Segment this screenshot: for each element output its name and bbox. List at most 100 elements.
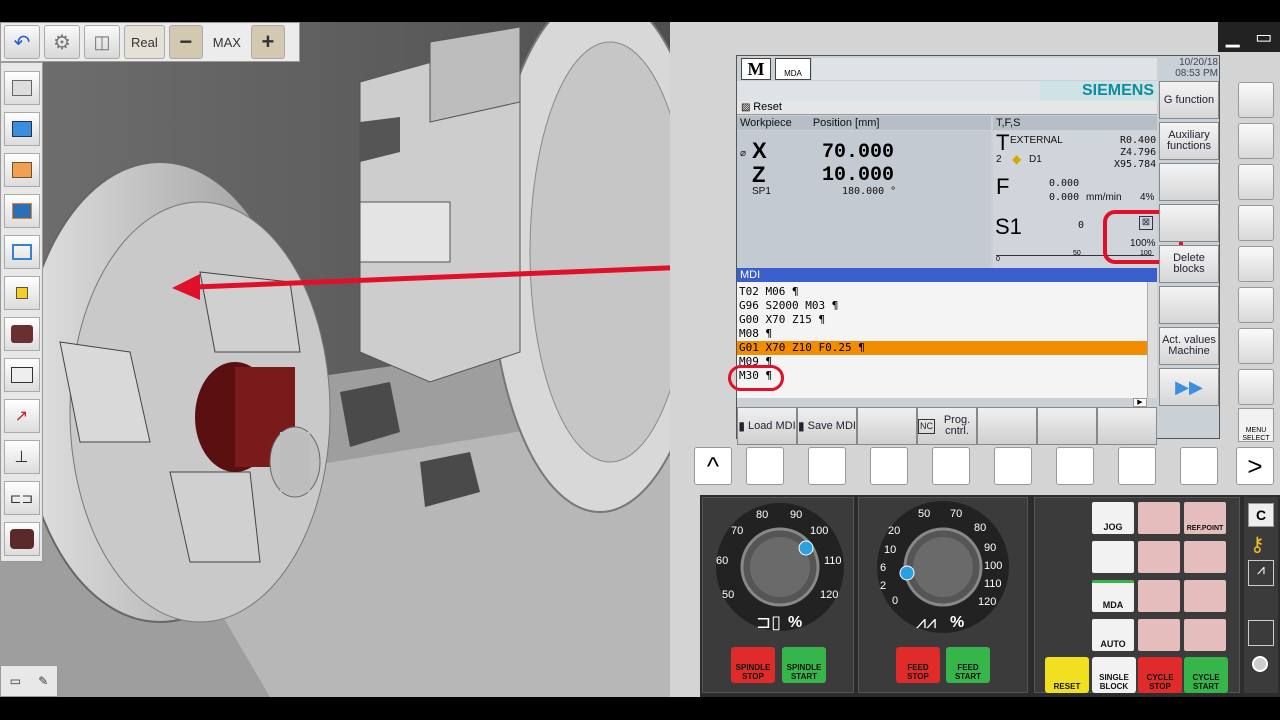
feed-wave-icon[interactable]: ⩘ [1248,560,1274,586]
screen-key-icon[interactable] [1248,620,1274,646]
side-key-7[interactable] [1238,328,1274,364]
mode-key-7[interactable] [1184,619,1226,651]
mdi-line-active[interactable]: G01 X70 Z10 F0.25 ¶ [737,341,1147,355]
side-key-2[interactable] [1238,123,1274,159]
mode-key-2[interactable] [1138,541,1180,573]
real-speed-button[interactable]: Real [124,25,165,59]
softkey-more[interactable]: ▶▶ [1159,368,1219,406]
side-key-6[interactable] [1238,287,1274,323]
jog-button[interactable]: JOG [1092,502,1134,534]
softkey-empty-3[interactable] [1159,286,1219,324]
softkey-empty-b1[interactable] [857,407,917,445]
menu-select-button[interactable]: MENU SELECT [1238,408,1274,442]
softkey-load-mdi[interactable]: ▮ Load MDI [737,407,797,445]
h-key-3[interactable] [870,447,908,485]
scale-0: 0 [996,256,1000,263]
eraser-icon[interactable]: ▭ [10,674,21,688]
h-key-6[interactable] [1056,447,1094,485]
box-front-view-icon[interactable] [3,112,40,146]
speed-minus-button[interactable]: − [168,25,203,59]
ref-point-button[interactable]: REF.POINT [1184,502,1226,534]
feed-dial-label: 20 [888,525,901,537]
softkey-empty-b3[interactable] [1037,407,1097,445]
box-top-view-icon[interactable] [3,194,40,228]
up-key[interactable]: ^ [694,447,732,485]
side-key-1[interactable] [1238,82,1274,118]
minimize-icon[interactable]: ▁ [1226,27,1240,48]
measure-icon[interactable]: ⊥ [3,440,40,474]
speed-plus-button[interactable]: + [250,25,285,59]
next-key[interactable]: > [1236,447,1274,485]
axes-icon[interactable]: ↗ [3,399,40,433]
tool-number: 2 [996,154,1002,165]
maximize-icon[interactable]: ▭ [1255,27,1272,48]
cylinder-view-icon[interactable]: ◫ [84,25,120,59]
key-icon[interactable]: ⚷ [1250,532,1265,557]
reset-button[interactable]: RESET [1045,657,1089,693]
mdi-line[interactable]: T02 M06 ¶ [737,285,1147,299]
mdi-editor[interactable]: T02 M06 ¶ G96 S2000 M03 ¶ G00 X70 Z15 ¶ … [737,282,1147,398]
softkey-prog-cntrl[interactable]: NC Prog. cntrl. [917,407,977,445]
mdi-scrollbar[interactable] [1147,282,1157,398]
tool-name: EXTERNAL [1010,135,1063,146]
h-key-2[interactable] [808,447,846,485]
side-key-5[interactable] [1238,246,1274,282]
side-key-8[interactable] [1238,369,1274,405]
feed-override-dial[interactable] [858,497,1028,693]
softkey-empty-b4[interactable] [1097,407,1157,445]
mode-key-6[interactable] [1138,619,1180,651]
auto-button[interactable]: AUTO [1092,619,1134,651]
feed-start-button[interactable]: FEED START [946,647,990,683]
box-view-icon[interactable] [3,71,40,105]
mode-key-3[interactable] [1184,541,1226,573]
softkey-g-function[interactable]: G function [1159,81,1219,119]
side-key-4[interactable] [1238,205,1274,241]
cycle-stop-button[interactable]: CYCLE STOP [1138,657,1182,693]
mode-key-5[interactable] [1184,580,1226,612]
spindle-start-button[interactable]: SPINDLE START [782,647,826,683]
caliper-icon[interactable]: ⊏⊐ [3,481,40,515]
h-key-8[interactable] [1180,447,1218,485]
spindle-dial-label: 120 [820,589,839,601]
tool-view-icon[interactable] [3,276,40,310]
stock-icon[interactable] [3,522,40,556]
machine-view-icon[interactable] [3,235,40,269]
softkey-empty-2[interactable] [1159,204,1219,242]
softkey-aux-functions[interactable]: Auxiliary functions [1159,122,1219,160]
feed-dial-label: 90 [984,542,997,554]
mode-key-4[interactable] [1138,580,1180,612]
part-view-icon[interactable] [3,317,40,351]
mdi-line[interactable]: G00 X70 Z15 ¶ [737,313,1147,327]
mode-key-blank[interactable] [1092,541,1134,573]
mdi-line[interactable]: M08 ¶ [737,327,1147,341]
cycle-start-button[interactable]: CYCLE START [1184,657,1228,693]
softkey-empty-1[interactable] [1159,163,1219,201]
side-key-3[interactable] [1238,164,1274,200]
mdi-line[interactable]: M30 ¶ [737,369,1147,383]
mdi-line[interactable]: G96 S2000 M03 ¶ [737,299,1147,313]
softkey-save-mdi[interactable]: ▮ Save MDI [797,407,857,445]
spindle-stop-button[interactable]: SPINDLE STOP [731,647,775,683]
mode-key-1[interactable] [1138,502,1180,534]
softkey-delete-blocks[interactable]: Delete blocks [1159,245,1219,283]
h-key-4[interactable] [932,447,970,485]
undo-icon[interactable]: ↶ [4,25,40,59]
c-key[interactable]: C [1248,503,1274,527]
h-key-7[interactable] [1118,447,1156,485]
knob-icon[interactable] [1252,656,1268,672]
sp1-value: 180.000 ° [842,186,897,197]
mda-button[interactable]: MDA [1092,580,1134,612]
h-key-5[interactable] [994,447,1032,485]
softkey-empty-b2[interactable] [977,407,1037,445]
scroll-right-icon[interactable]: ▶ [1133,398,1147,407]
pen-icon[interactable]: ✎ [38,674,48,688]
box-side-view-icon[interactable] [3,153,40,187]
h-key-1[interactable] [746,447,784,485]
window-layout-icon[interactable] [3,358,40,392]
single-block-button[interactable]: SINGLE BLOCK [1092,657,1136,693]
mdi-line[interactable]: M09 ¶ [737,355,1147,369]
chuck-view-icon[interactable]: ⚙ [44,25,80,59]
softkey-act-values[interactable]: Act. values Machine [1159,327,1219,365]
feed-stop-button[interactable]: FEED STOP [896,647,940,683]
feed-dial-label: 110 [984,578,1002,590]
